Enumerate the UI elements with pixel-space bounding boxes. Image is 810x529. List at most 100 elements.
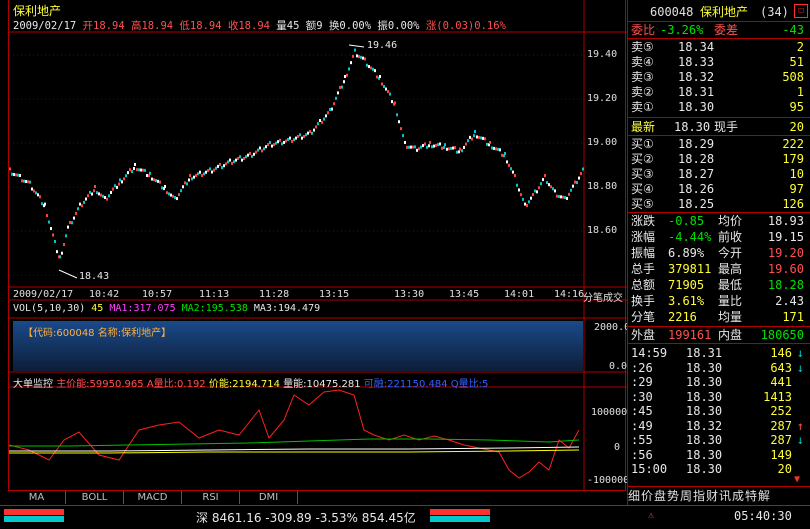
buy-row[interactable]: 买④ 18.26 97 (628, 182, 808, 196)
buy-row[interactable]: 买② 18.28 179 (628, 152, 808, 166)
index-value: 8461.16 (211, 511, 262, 525)
price-trace-dot (182, 185, 184, 189)
price-trace-dot (114, 184, 116, 188)
stat-label: 均价 (718, 214, 743, 228)
price-trace-dot (75, 211, 77, 215)
buy-price: 18.26 (678, 182, 715, 196)
buy-row[interactable]: 买③ 18.27 10 (628, 167, 808, 181)
tick-time: 14:59 (631, 346, 668, 360)
price-trace-dot (11, 172, 13, 176)
sell-row[interactable]: 卖② 18.31 1 (628, 85, 808, 99)
vol-label: VOL(5,10,30) (13, 303, 86, 314)
buy-row[interactable]: 买⑤ 18.25 126 (628, 197, 808, 211)
price-trace-dot (174, 196, 176, 199)
price-trace-dot (269, 141, 271, 144)
stat-value: 171 (782, 310, 804, 324)
time-axis: 2009/02/17 (13, 289, 73, 300)
sell-row[interactable]: 卖④ 18.33 51 (628, 55, 808, 69)
price-trace-dot (184, 181, 186, 185)
stat-row: 涨幅 -4.44% 前收 19.15 (628, 230, 808, 244)
tick-volume: 643 (770, 360, 792, 375)
status-bar-left-cyan (4, 516, 64, 522)
price-trace-dot (221, 166, 223, 170)
price-trace-dot (381, 82, 383, 86)
price-trace-dot (127, 171, 129, 175)
stat-value: 3.61% (668, 294, 705, 308)
big-tick: -100000 (587, 475, 630, 486)
price-trace-dot (37, 193, 39, 197)
outer-label: 外盘 (631, 328, 656, 342)
tab-dmi[interactable]: DMI (240, 491, 298, 504)
sell-label: 卖⑤ (631, 40, 654, 54)
big-order-main: 主价能:59950.965 (56, 379, 144, 390)
close-icon[interactable]: ☐ (794, 4, 808, 18)
price-trace-dot (219, 163, 221, 166)
price-trace-dot (287, 138, 289, 142)
tab-boll[interactable]: BOLL (66, 491, 124, 504)
chart-area[interactable]: 保利地产 2009/02/17 开18.94 高18.94 低18.94 收18… (8, 0, 630, 490)
sell-row[interactable]: 卖① 18.30 95 (628, 100, 808, 114)
sell-volume: 95 (789, 100, 804, 114)
buy-volume: 126 (782, 197, 804, 211)
price-trace-dot (379, 75, 381, 78)
sell-volume: 508 (782, 70, 804, 84)
index-line: 深 8461.16 -309.89 -3.53% 854.45亿 (196, 509, 416, 526)
price-trace-dot (193, 175, 195, 179)
price-trace-dot (574, 180, 576, 184)
price-trace-dot (538, 186, 540, 190)
price-trace-dot (273, 143, 275, 147)
tab-rsi[interactable]: RSI (182, 491, 240, 504)
tick-row: :45 18.30 252 (628, 404, 808, 418)
price-trace-dot (516, 183, 518, 187)
price-trace-dot (339, 86, 341, 89)
buy-price: 18.27 (678, 167, 715, 181)
tick-volume: 287 (770, 418, 792, 433)
status-bar: 深 8461.16 -309.89 -3.53% 854.45亿 ⚠ 05:40… (0, 505, 810, 529)
price-trace-dot (540, 182, 542, 186)
tick-time: :30 (631, 389, 653, 404)
price-trace-dot (309, 130, 311, 133)
price-trace-dot (13, 173, 15, 177)
price-trace-dot (484, 137, 486, 141)
buy-label: 买④ (631, 182, 654, 196)
status-bar-mid-red (430, 509, 490, 515)
price-trace-dot (50, 227, 52, 231)
price-trace-dot (227, 160, 229, 164)
tick-row: :26 18.30 643 ↓ (628, 361, 808, 375)
price-tick: 18.60 (587, 225, 618, 236)
stat-value: 19.20 (767, 246, 804, 260)
price-trace-dot (566, 196, 568, 200)
price-trace-dot (556, 194, 558, 198)
tick-price: 18.30 (686, 447, 723, 462)
price-trace-dot (560, 195, 562, 199)
price-trace-dot (291, 139, 293, 143)
price-trace-dot (275, 141, 277, 145)
tab-ma[interactable]: MA (8, 491, 66, 504)
price-trace-dot (61, 251, 63, 255)
webi-label: 委比 (631, 23, 656, 37)
price-trace-dot (416, 148, 418, 152)
big-order-vol: 量能:10475.281 (283, 379, 361, 390)
buy-volume: 222 (782, 137, 804, 151)
price-trace-dot (172, 194, 174, 198)
stat-value: 71905 (668, 278, 705, 292)
price-trace-dot (374, 69, 376, 73)
stock-code: 600048 (650, 5, 694, 19)
price-trace-dot (467, 139, 469, 143)
inner-label: 内盘 (718, 328, 743, 342)
buy-row[interactable]: 买① 18.29 222 (628, 137, 808, 151)
price-trace-dot (235, 158, 237, 162)
price-trace-dot (491, 146, 493, 150)
sell-row[interactable]: 卖⑤ 18.34 2 (628, 40, 808, 54)
price-trace-dot (69, 220, 71, 224)
panel-tabs[interactable]: 细价盘势周指财讯成特解 (628, 487, 810, 504)
price-trace-dot (352, 54, 354, 58)
price-trace-dot (149, 171, 151, 175)
price-trace-dot (572, 184, 574, 188)
scroll-down-icon[interactable]: ▼ (794, 474, 800, 485)
price-trace-dot (333, 102, 335, 106)
fenbi-label[interactable]: 分笔成交 (583, 289, 623, 304)
sell-row[interactable]: 卖③ 18.32 508 (628, 70, 808, 84)
price-trace-dot (550, 185, 552, 189)
tab-macd[interactable]: MACD (124, 491, 182, 504)
